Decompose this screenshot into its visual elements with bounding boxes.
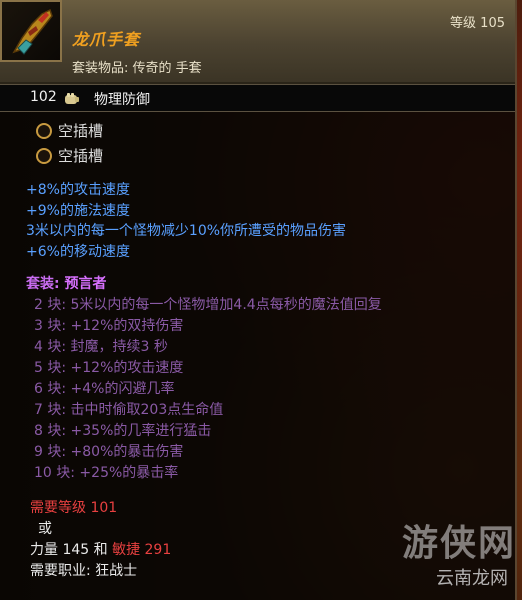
item-level: 等级 105 [450, 16, 505, 31]
set-bonus: 6 块: +4%的闪避几率 [34, 381, 175, 397]
magic-property: 3米以内的每一个怪物减少10%你所遭受的物品伤害 [26, 223, 347, 239]
set-bonus: 3 块: +12%的双持伤害 [34, 318, 184, 334]
set-name: 预言者 [64, 276, 107, 292]
watermark-logo: 游侠网 [401, 523, 516, 564]
gauntlet-icon [12, 8, 53, 55]
defense-bar: 102 物理防御 [0, 84, 515, 112]
fist-icon [64, 91, 80, 110]
item-type: 套装物品: 传奇的 手套 [72, 61, 202, 76]
set-bonus: 5 块: +12%的攻击速度 [34, 360, 184, 376]
set-bonus: 9 块: +80%的暴击伤害 [34, 444, 184, 460]
set-prefix: 套装: [26, 276, 60, 292]
strength-requirement: 力量 145 和 [30, 542, 113, 558]
item-name: 龙爪手套 [72, 30, 141, 49]
socket-label: 空插槽 [58, 122, 104, 140]
set-title: 套装: 预言者 [26, 273, 106, 293]
item-icon-slot [0, 0, 62, 62]
set-bonus: 4 块: 封魔，持续3 秒 [34, 339, 168, 355]
defense-value: 102 [30, 89, 57, 105]
socket-label: 空插槽 [58, 147, 104, 165]
defense-label: 物理防御 [94, 92, 150, 108]
required-level: 需要等级 101 [30, 500, 118, 516]
tooltip-header: 龙爪手套 套装物品: 传奇的 手套 等级 105 [0, 0, 515, 84]
socket-ring-icon [36, 123, 52, 139]
dexterity-requirement: 敏捷 291 [112, 542, 172, 558]
set-bonus: 7 块: 击中时偷取203点生命值 [34, 402, 224, 418]
magic-property: +6%的移动速度 [26, 244, 130, 260]
set-bonus: 10 块: +25%的暴击率 [34, 465, 179, 481]
magic-property: +9%的施法速度 [26, 203, 130, 219]
watermark-text: 云南龙网 [436, 568, 508, 589]
set-bonus: 8 块: +35%的几率进行猛击 [34, 423, 212, 439]
stat-requirement: 力量 145 和 敏捷 291 [30, 539, 171, 559]
requirement-or: 或 [38, 521, 52, 537]
item-tooltip: 龙爪手套 套装物品: 传奇的 手套 等级 105 102 物理防御 空插槽 空插… [0, 0, 517, 600]
socket-ring-icon [36, 148, 52, 164]
magic-property: +8%的攻击速度 [26, 182, 130, 198]
set-bonus: 2 块: 5米以内的每一个怪物增加4.4点每秒的魔法值回复 [34, 297, 382, 313]
required-class: 需要职业: 狂战士 [30, 563, 138, 579]
